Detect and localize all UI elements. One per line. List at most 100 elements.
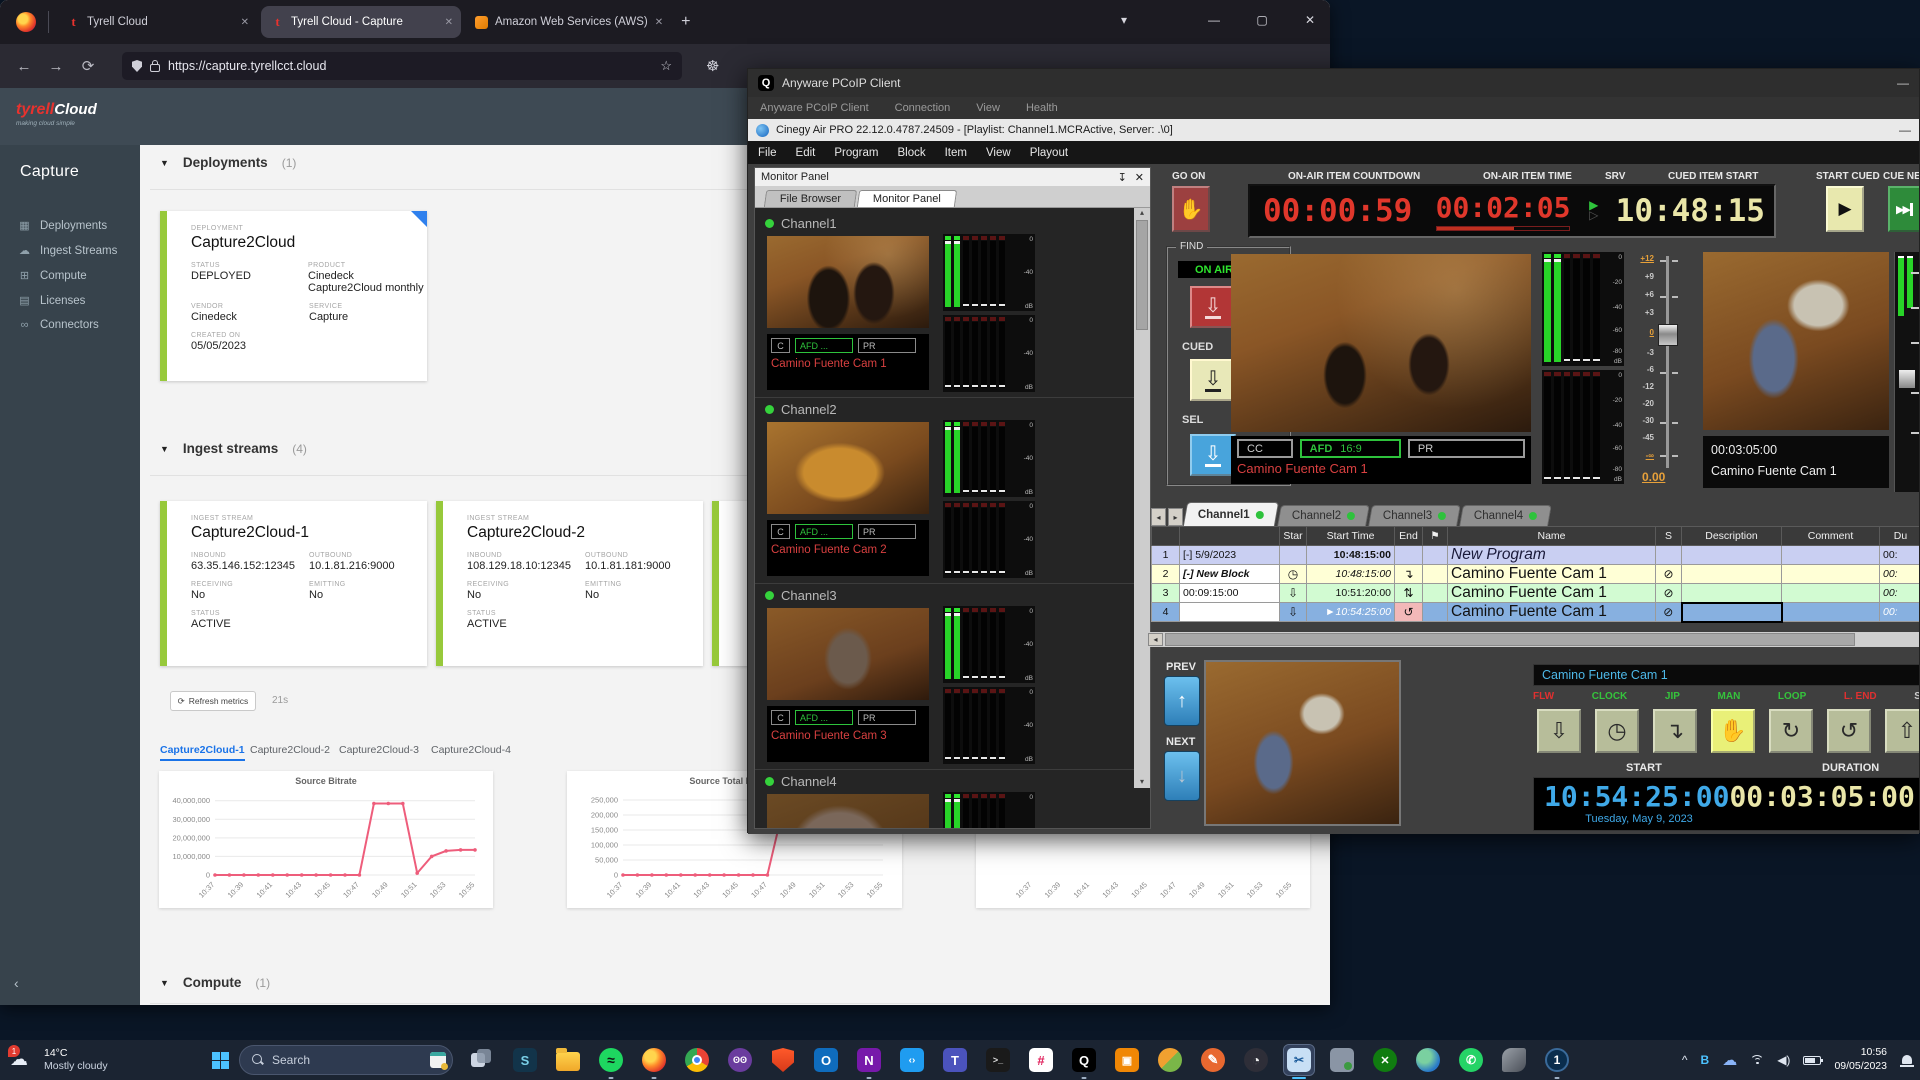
taskbar-icon-task-view[interactable] [467,1045,497,1075]
playlist-h-scrollbar[interactable]: ◂ [1148,632,1919,647]
taskbar-icon-xbox[interactable]: ✕ [1370,1045,1400,1075]
flag-jip[interactable]: JIP [1665,691,1680,702]
tab-close-icon[interactable]: ✕ [445,17,453,28]
taskbar-icon-anyware[interactable]: Q [1069,1045,1099,1079]
col-start-time[interactable]: Start Time [1306,526,1395,546]
scrollbar-thumb[interactable] [1165,633,1855,646]
menu-connection[interactable]: Connection [895,102,951,114]
flag-loop[interactable]: LOOP [1778,691,1806,702]
taskbar-icon-earth-clock[interactable] [1413,1045,1443,1075]
manual-mode-button[interactable]: ✋ [1711,709,1755,753]
clock-mode-button[interactable]: ◷ [1595,709,1639,753]
compute-section-header[interactable]: ▼ Compute (1) [160,975,270,990]
loop-end-button[interactable]: ↺ [1827,709,1871,753]
taskbar-icon-whatsapp[interactable]: ✆ [1456,1045,1486,1075]
gear-icon[interactable]: ☸ [706,57,719,75]
find-sel-button[interactable]: ⇩ [1190,434,1236,476]
menu-playout[interactable]: Playout [1030,147,1068,159]
jip-mode-button[interactable]: ↴ [1653,709,1697,753]
ingest-card-1[interactable]: INGEST STREAM Capture2Cloud-1 INBOUND 63.… [160,501,427,666]
taskbar-icon-snipping-active[interactable]: ✂ [1283,1044,1315,1079]
col-comment[interactable]: Comment [1781,526,1880,546]
flag-clock[interactable]: CLOCK [1592,691,1628,702]
list-tabs-icon[interactable]: ▾ [1104,0,1144,40]
taskbar-icon-chrome[interactable] [682,1045,712,1075]
menu-view[interactable]: View [986,147,1011,159]
taskbar-icon-brave[interactable] [768,1045,798,1075]
col-star[interactable]: Star [1279,526,1307,546]
tab-close-icon[interactable]: ✕ [655,17,663,28]
wifi-icon[interactable] [1750,1054,1765,1066]
taskbar-icon-firefox[interactable] [639,1045,669,1079]
scroll-left-icon[interactable]: ◂ [1148,633,1163,646]
tabs-scroll-left[interactable]: ◂ [1151,508,1166,526]
taskbar-icon-teams[interactable]: T [940,1045,970,1075]
bookmark-star-icon[interactable]: ☆ [660,58,672,74]
deployment-card[interactable]: DEPLOYMENT Capture2Cloud STATUS DEPLOYED … [160,211,427,381]
taskbar-icon-feather-app[interactable] [1499,1045,1529,1075]
col-duration[interactable]: Du [1879,526,1919,546]
start-button[interactable] [212,1051,229,1069]
ingest-section-header[interactable]: ▼ Ingest streams (4) [160,441,307,456]
metrics-tab-capture2cloud-1[interactable]: Capture2Cloud-1 [160,744,245,761]
tabs-scroll-right[interactable]: ▸ [1168,508,1183,526]
new-tab-button[interactable]: + [681,13,690,31]
edge-fader-handle[interactable] [1899,370,1915,388]
flag-flw[interactable]: FLW [1533,691,1554,702]
taskbar-icon-leaf-app[interactable] [1155,1045,1185,1075]
taskbar-icon-obs[interactable]: ◔ [1241,1045,1271,1075]
metrics-tab-capture2cloud-2[interactable]: Capture2Cloud-2 [250,744,330,756]
col-s[interactable]: S [1655,526,1682,546]
sidebar-item-ingest-streams[interactable]: ☁ Ingest Streams [0,238,140,263]
tab-aws[interactable]: ■ Amazon Web Services (AWS) ✕ [465,6,671,38]
cinegy-title-bar[interactable]: Cinegy Air PRO 22.12.0.4787.24509 - [Pla… [748,119,1919,141]
notifications-bell-icon[interactable] [1900,1054,1914,1067]
playlist-row-3-selected[interactable]: 4 ⇩ ►10:54:25:00 ↺ Camino Fuente Cam 1 ⊘… [1151,601,1919,623]
reload-button[interactable]: ⟳ [72,57,104,75]
load-mode-button[interactable]: ⇩ [1537,709,1581,753]
scroll-down-icon[interactable]: ▾ [1140,777,1144,786]
find-on-air-button[interactable]: ⇩ [1190,286,1236,328]
firefox-icon[interactable] [16,12,36,32]
taskbar-icon-s-app[interactable]: S [510,1045,540,1075]
menu-program[interactable]: Program [834,147,878,159]
flag-l-end[interactable]: L. END [1844,691,1877,702]
menu-health[interactable]: Health [1026,102,1058,114]
next-button[interactable]: ↓ [1164,751,1200,801]
taskbar-icon-file-explorer[interactable] [553,1045,583,1075]
scrollbar-thumb[interactable] [1136,220,1148,330]
tyrellcloud-logo[interactable]: tyrellCloud making cloud simple [16,102,97,128]
tracking-shield-icon[interactable] [132,60,142,72]
tab-channel1[interactable]: Channel1 [1182,502,1279,526]
metrics-tab-capture2cloud-4[interactable]: Capture2Cloud-4 [431,744,511,756]
deployments-section-header[interactable]: ▼ Deployments (1) [160,155,296,170]
menu-edit[interactable]: Edit [796,147,816,159]
taskbar-search[interactable]: Search [239,1045,453,1075]
prev-button[interactable]: ↑ [1164,676,1200,726]
taskbar-icon-slack[interactable]: # [1026,1045,1056,1075]
menu-anyware[interactable]: Anyware PCoIP Client [760,102,869,114]
sidebar-collapse-button[interactable]: ‹ [14,975,19,991]
sidebar-item-compute[interactable]: ⊞ Compute [0,263,140,288]
flag-s[interactable]: S [1914,691,1919,702]
sidebar-item-connectors[interactable]: ∞ Connectors [0,313,140,337]
channel1-monitor[interactable]: Channel1 C AFD ... PR Camino Fuente Cam … [755,212,1150,398]
lock-icon[interactable] [150,60,160,72]
url-bar[interactable]: https://capture.tyrellcct.cloud ☆ [122,52,682,80]
pcoip-title-bar[interactable]: Q Anyware PCoIP Client — [748,69,1919,97]
channel2-monitor[interactable]: Channel2 C AFD ... PR Camino Fuente Cam … [755,398,1150,584]
col-end[interactable]: End [1394,526,1423,546]
taskbar-icon-pen-app[interactable]: ✎ [1198,1045,1228,1075]
taskbar-icon-1password[interactable]: 1 [1542,1045,1572,1079]
pcoip-minimize-icon[interactable]: — [1897,76,1909,90]
tab-channel2[interactable]: Channel2 [1276,505,1370,526]
tab-close-icon[interactable]: ✕ [241,17,249,28]
onedrive-icon[interactable]: ☁ [1722,1051,1737,1069]
playlist-row-2[interactable]: 3 00:09:15:00 ⇩ 10:51:20:00 ⇅ Camino Fue… [1151,583,1919,603]
forward-button[interactable]: → [40,58,72,75]
tab-monitor-panel[interactable]: Monitor Panel [856,190,958,207]
panel-close-icon[interactable]: ✕ [1135,171,1144,184]
playlist-row-1[interactable]: 2 [-] New Block ◷ 10:48:15:00 ↴ Camino F… [1151,564,1919,584]
url-text[interactable]: https://capture.tyrellcct.cloud [168,59,652,73]
start-cued-button[interactable]: ▶ [1826,186,1864,232]
